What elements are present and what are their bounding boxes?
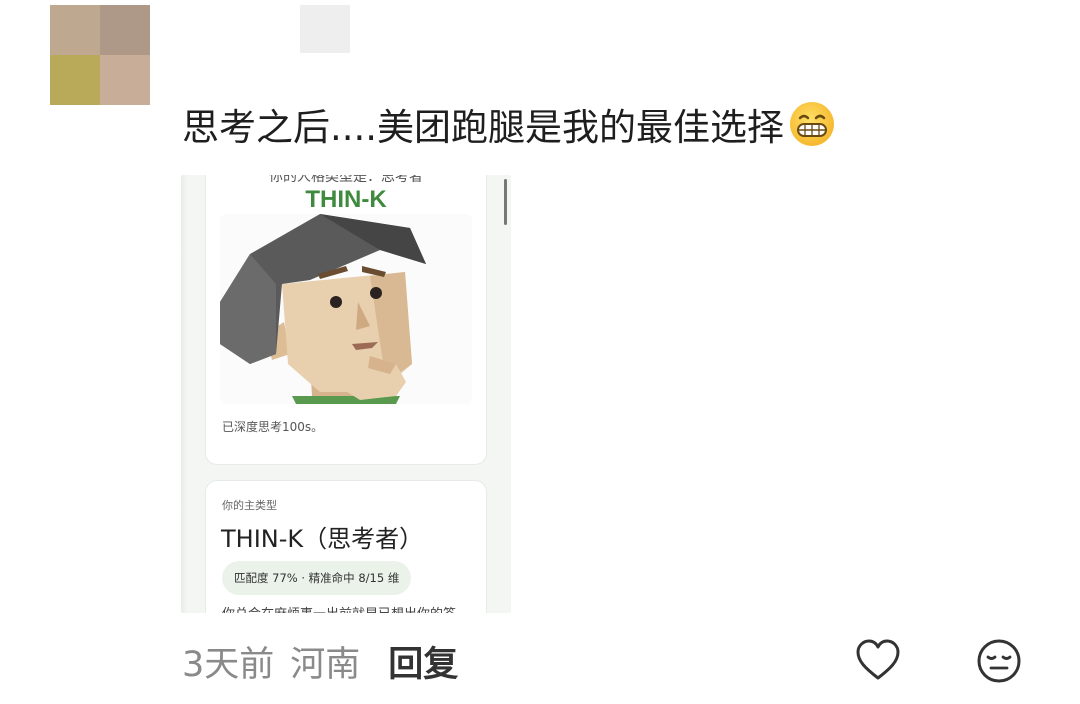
grinning-face-icon [790, 102, 835, 146]
main-type-card: 你的主类型 THIN-K（思考者） 匹配度 77% · 精准命中 8/15 维 … [205, 480, 487, 613]
thinker-illustration [220, 214, 426, 404]
avatar-pixel [100, 55, 150, 105]
avatar[interactable] [50, 5, 150, 105]
attached-screenshot[interactable]: 你的人格类型是：思考者 THIN-K 已深度思考100s。 你的主类型 THIN… [181, 175, 511, 613]
reply-button[interactable]: 回复 [388, 636, 458, 687]
main-type-title: THIN-K（思考者） [221, 525, 424, 553]
thinker-portrait [220, 214, 472, 404]
avatar-pixel [100, 5, 150, 55]
heart-icon[interactable] [855, 638, 901, 682]
comment-location: 河南 [290, 644, 361, 685]
avatar-pixel [50, 5, 100, 55]
result-card: 你的人格类型是：思考者 THIN-K 已深度思考100s。 [205, 175, 487, 465]
comment-text: 思考之后....美团跑腿是我的最佳选择 [182, 98, 836, 150]
comment-body: 思考之后....美团跑腿是我的最佳选择 [182, 106, 785, 149]
main-type-label: 你的主类型 [222, 499, 277, 512]
username-redacted[interactable] [300, 5, 350, 53]
unamused-face-icon[interactable] [976, 638, 1022, 684]
scrollbar [504, 179, 507, 225]
result-line: 你的人格类型是：思考者 [269, 175, 423, 184]
comment-time: 3天前 [182, 644, 275, 685]
comment-meta: 3天前 河南 回复 [182, 636, 458, 686]
type-code: THIN-K [305, 186, 387, 213]
avatar-pixel [50, 55, 100, 105]
think-time: 已深度思考100s。 [222, 420, 324, 434]
screenshot-edge [181, 175, 189, 613]
description-cut: 你总会在麻烦事一出前就早已想出你的答 [222, 605, 472, 613]
match-stats-badge: 匹配度 77% · 精准命中 8/15 维 [222, 561, 412, 595]
